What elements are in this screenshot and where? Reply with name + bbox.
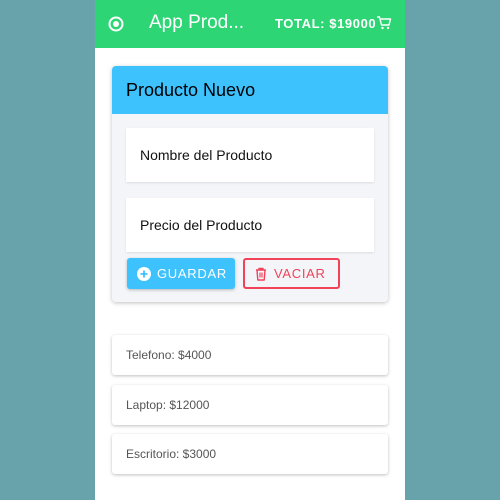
clear-button-label: VACIAR [274,266,326,281]
trash-icon [256,267,266,281]
toolbar: App Prod... TOTAL: $19000 [95,0,405,48]
circle-dot-icon[interactable] [108,16,124,32]
clear-button[interactable]: VACIAR [243,258,340,289]
add-circle-icon [137,266,151,281]
list-item[interactable]: Laptop: $12000 [112,385,388,425]
product-price-input[interactable]: Precio del Producto [126,198,374,252]
list-item[interactable]: Escritorio: $3000 [112,434,388,474]
save-button[interactable]: GUARDAR [127,258,235,289]
cart-total: TOTAL: $19000 [275,16,377,31]
list-item[interactable]: Telefono: $4000 [112,335,388,375]
cart-icon[interactable] [376,15,392,31]
card-title: Producto Nuevo [112,66,388,114]
new-product-card: Producto Nuevo Nombre del Producto Preci… [112,66,388,302]
app-title: App Prod... [149,12,245,33]
save-button-label: GUARDAR [157,266,227,281]
product-name-input[interactable]: Nombre del Producto [126,128,374,182]
app-screen: App Prod... TOTAL: $19000 Producto Nuevo… [95,0,405,500]
